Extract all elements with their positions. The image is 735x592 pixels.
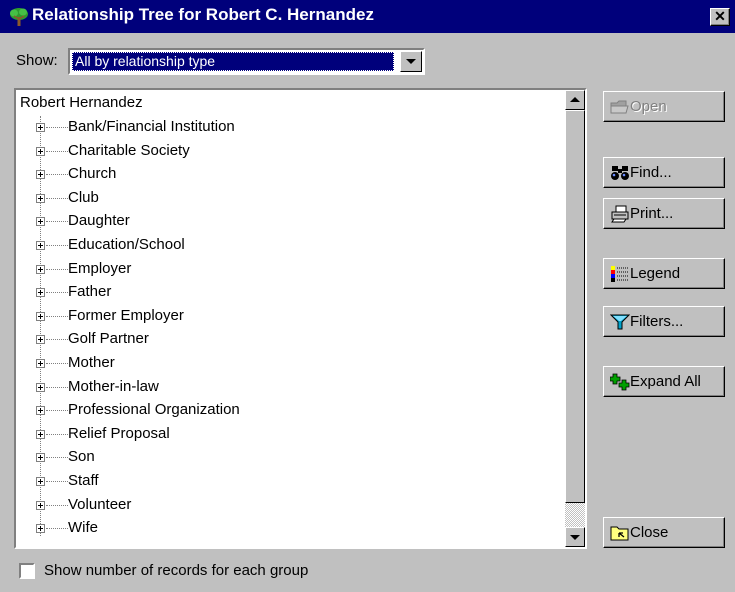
show-record-count-label[interactable]: Show number of records for each group bbox=[44, 562, 308, 579]
scroll-down-button[interactable] bbox=[565, 527, 585, 547]
tree-node-label[interactable]: Father bbox=[68, 283, 111, 300]
expand-plus-icon[interactable] bbox=[36, 240, 45, 250]
title-bar: Relationship Tree for Robert C. Hernande… bbox=[0, 0, 735, 33]
close-button[interactable]: Close bbox=[603, 517, 725, 548]
show-label: Show: bbox=[16, 52, 58, 69]
tree-node-label[interactable]: Mother bbox=[68, 354, 115, 371]
funnel-icon bbox=[610, 314, 630, 330]
expand-icon bbox=[610, 373, 630, 391]
open-button-label: Open bbox=[630, 98, 667, 115]
scroll-up-button[interactable] bbox=[565, 90, 585, 110]
tree-node-label[interactable]: Staff bbox=[68, 472, 99, 489]
show-record-count-checkbox[interactable] bbox=[19, 563, 35, 579]
tree-node-label[interactable]: Daughter bbox=[68, 212, 130, 229]
tree-node-label[interactable]: Former Employer bbox=[68, 307, 184, 324]
expand-plus-icon[interactable] bbox=[36, 170, 45, 180]
relationship-tree-dialog: Relationship Tree for Robert C. Hernande… bbox=[0, 0, 735, 592]
expand-plus-icon[interactable] bbox=[36, 264, 45, 274]
arrow-down-icon bbox=[570, 535, 580, 540]
expand-all-button[interactable]: Expand All bbox=[603, 366, 725, 397]
filters-button[interactable]: Filters... bbox=[603, 306, 725, 337]
arrow-up-icon bbox=[570, 97, 580, 102]
tree-node-label[interactable]: Relief Proposal bbox=[68, 425, 170, 442]
legend-button-label: Legend bbox=[630, 265, 681, 282]
expand-plus-icon[interactable] bbox=[36, 193, 45, 203]
expand-plus-icon[interactable] bbox=[36, 476, 45, 486]
expand-plus-icon[interactable] bbox=[36, 217, 45, 227]
tree-node-label[interactable]: Wife bbox=[68, 519, 98, 536]
expand-plus-icon[interactable] bbox=[36, 123, 45, 132]
open-button[interactable]: Open bbox=[603, 91, 725, 122]
scroll-thumb[interactable] bbox=[565, 110, 585, 503]
expand-plus-icon[interactable] bbox=[36, 358, 45, 368]
tree-node-label[interactable]: Mother-in-law bbox=[68, 378, 159, 395]
show-dropdown-value[interactable]: All by relationship type bbox=[72, 52, 394, 71]
tree-scrollbar[interactable] bbox=[565, 90, 585, 547]
expand-plus-icon[interactable] bbox=[36, 146, 45, 156]
printer-icon bbox=[611, 205, 629, 223]
close-icon[interactable]: ✕ bbox=[710, 8, 730, 26]
expand-all-button-label: Expand All bbox=[630, 373, 701, 390]
legend-icon bbox=[611, 266, 628, 282]
relationship-tree[interactable]: Robert Hernandez Bank/Financial Institut… bbox=[14, 88, 587, 549]
legend-button[interactable]: Legend bbox=[603, 258, 725, 289]
chevron-down-icon bbox=[406, 59, 416, 64]
tree-node-label[interactable]: Son bbox=[68, 448, 95, 465]
close-folder-icon bbox=[610, 526, 629, 541]
tree-root-node[interactable]: Robert Hernandez bbox=[20, 94, 143, 111]
dropdown-arrow-button[interactable] bbox=[400, 51, 422, 72]
tree-node-label[interactable]: Club bbox=[68, 189, 99, 206]
expand-plus-icon[interactable] bbox=[36, 429, 45, 439]
filters-button-label: Filters... bbox=[630, 313, 684, 330]
expand-plus-icon[interactable] bbox=[36, 500, 45, 510]
show-dropdown[interactable]: All by relationship type bbox=[68, 48, 425, 75]
expand-plus-icon[interactable] bbox=[36, 335, 45, 345]
find-button[interactable]: Find... bbox=[603, 157, 725, 188]
tree-node-label[interactable]: Golf Partner bbox=[68, 330, 149, 347]
tree-node-label[interactable]: Charitable Society bbox=[68, 142, 190, 159]
folder-icon bbox=[610, 100, 629, 114]
tree-node-label[interactable]: Education/School bbox=[68, 236, 185, 253]
tree-node-label[interactable]: Volunteer bbox=[68, 496, 131, 513]
expand-plus-icon[interactable] bbox=[36, 311, 45, 321]
tree-node-label[interactable]: Bank/Financial Institution bbox=[68, 118, 235, 135]
print-button[interactable]: Print... bbox=[603, 198, 725, 229]
find-button-label: Find... bbox=[630, 164, 672, 181]
expand-plus-icon[interactable] bbox=[36, 453, 45, 463]
expand-plus-icon[interactable] bbox=[36, 288, 45, 298]
expand-plus-icon[interactable] bbox=[36, 524, 45, 534]
tree-node-label[interactable]: Church bbox=[68, 165, 116, 182]
expand-plus-icon[interactable] bbox=[36, 406, 45, 416]
close-button-label: Close bbox=[630, 524, 669, 541]
print-button-label: Print... bbox=[630, 205, 674, 222]
binoculars-icon bbox=[611, 166, 629, 180]
tree-node-label[interactable]: Employer bbox=[68, 260, 131, 277]
tree-node-label[interactable]: Professional Organization bbox=[68, 401, 240, 418]
window-title: Relationship Tree for Robert C. Hernande… bbox=[32, 5, 374, 24]
tree-icon bbox=[10, 8, 28, 26]
expand-plus-icon[interactable] bbox=[36, 382, 45, 392]
